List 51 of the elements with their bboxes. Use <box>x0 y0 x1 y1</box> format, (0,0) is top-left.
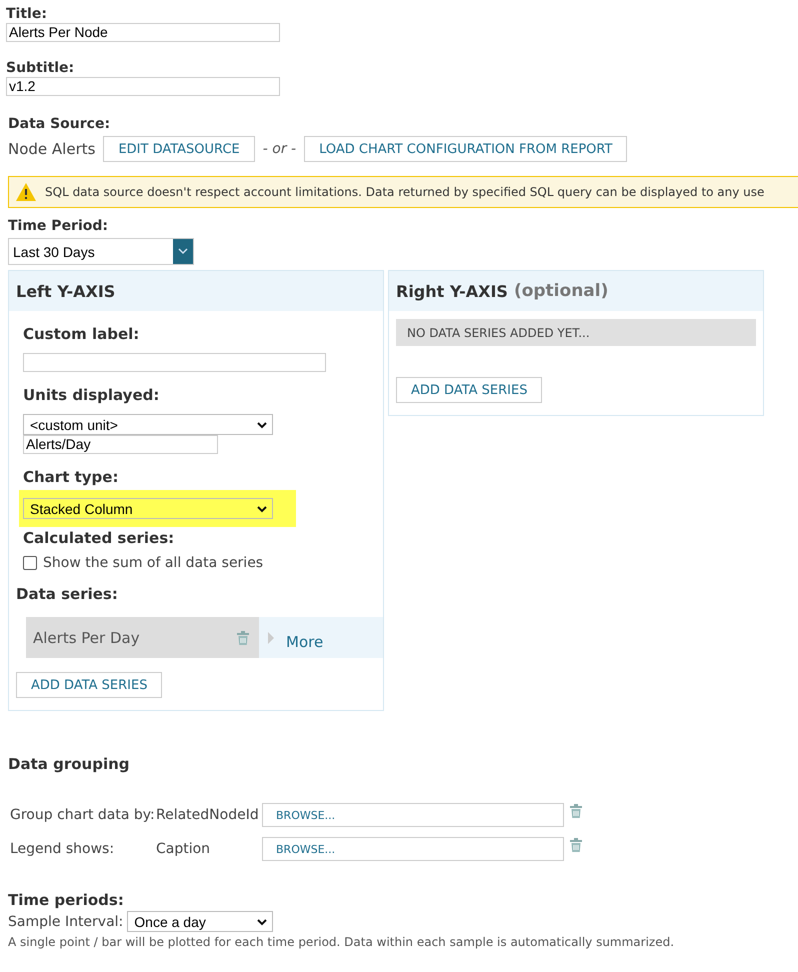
trash-icon <box>236 630 250 646</box>
field-label: Calculated series: <box>23 529 176 547</box>
chevron-down-icon <box>256 420 268 428</box>
sample-interval-select[interactable]: Once a day <box>127 911 274 932</box>
row-value: RelatedNodeId <box>156 807 260 823</box>
panel-title: Left Y-AXIS <box>16 282 116 300</box>
add-data-series-button[interactable]: ADD DATA SERIES <box>396 377 542 403</box>
field-label: Data series: <box>16 585 119 603</box>
data-source-name: Node Alerts <box>8 140 96 158</box>
more-link[interactable]: More <box>286 633 324 651</box>
chevron-down-icon <box>178 248 188 255</box>
field-label: Subtitle: <box>6 60 76 76</box>
field-label: Title: <box>6 6 48 22</box>
row-label: Group chart data by: <box>10 807 156 823</box>
subtitle-field[interactable]: v1.2 <box>6 77 280 96</box>
field-label: Time Period: <box>8 218 110 234</box>
title-field[interactable]: Alerts Per Node <box>6 23 280 42</box>
time-period-select[interactable]: Last 30 Days <box>8 238 194 265</box>
browse-button[interactable]: BROWSE... <box>262 837 564 861</box>
field-label: Chart type: <box>23 468 120 486</box>
load-configuration-button[interactable]: LOAD CHART CONFIGURATION FROM REPORT <box>304 136 628 162</box>
field-label: Units displayed: <box>23 386 160 404</box>
panel-title-note: (optional) <box>514 281 608 301</box>
chart-type-select[interactable]: Stacked Column <box>23 498 273 519</box>
custom-label-field[interactable] <box>23 353 326 372</box>
row-label: Legend shows: <box>10 841 116 857</box>
separator-text: - or - <box>262 141 296 157</box>
edit-datasource-button[interactable]: EDIT DATASOURCE <box>103 136 255 162</box>
warning-text: SQL data source doesn't respect account limitations. Data returned by specified SQL query can be displayed to any use <box>45 185 764 199</box>
trash-icon[interactable] <box>569 837 584 853</box>
series-name: Alerts Per Day <box>33 628 140 646</box>
help-text: A single point / bar will be plotted for each time period. Data within each sample is automatically summarized. <box>8 935 676 949</box>
checkbox[interactable] <box>23 556 37 570</box>
field-label: Sample Interval: <box>8 914 124 930</box>
field-label: Data Source: <box>8 116 112 132</box>
warning-icon <box>15 182 37 202</box>
panel-title: Right Y-AXIS <box>396 282 508 300</box>
units-field[interactable]: Alerts/Day <box>23 435 218 454</box>
browse-button[interactable]: BROWSE... <box>262 803 564 827</box>
empty-message: NO DATA SERIES ADDED YET... <box>396 319 756 346</box>
chevron-down-icon <box>256 918 268 926</box>
checkbox-label: Show the sum of all data series <box>43 555 264 571</box>
units-select[interactable]: <custom unit> <box>23 414 273 435</box>
caret-icon <box>268 632 274 644</box>
row-value: Caption <box>156 841 212 857</box>
field-label: Custom label: <box>23 325 140 343</box>
section-heading: Data grouping <box>8 755 131 773</box>
add-data-series-button[interactable]: ADD DATA SERIES <box>16 672 162 698</box>
trash-icon[interactable] <box>569 803 584 819</box>
section-heading: Time periods: <box>8 891 125 909</box>
chevron-down-icon <box>256 504 268 512</box>
